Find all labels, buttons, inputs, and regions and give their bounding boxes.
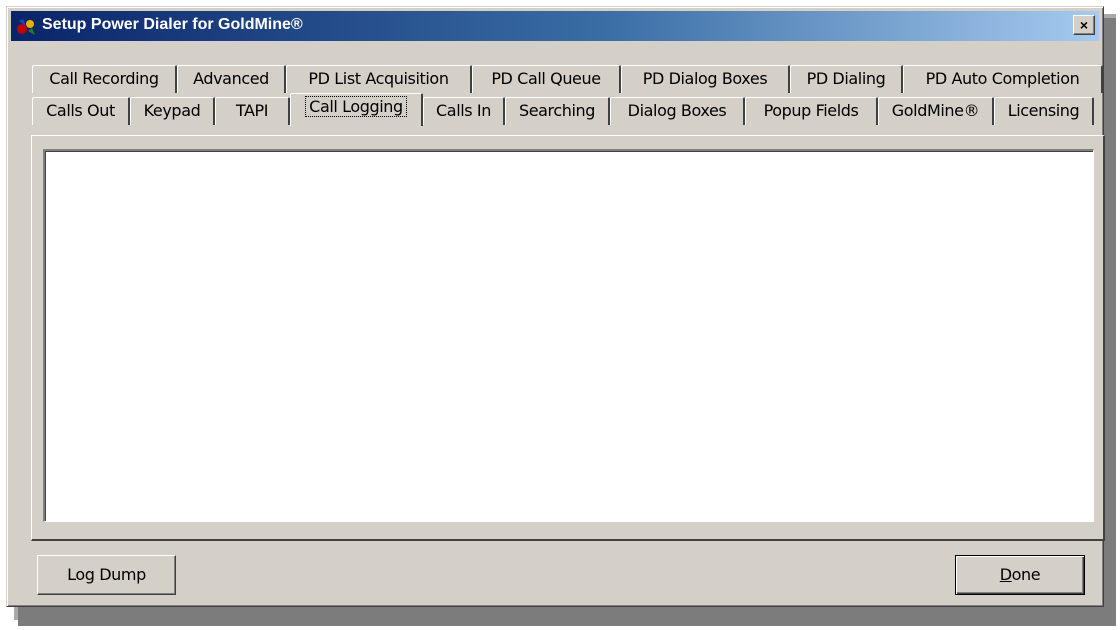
tab-calls-in[interactable]: Calls In bbox=[423, 97, 505, 125]
call-log-textarea[interactable] bbox=[43, 149, 1094, 522]
tab-searching[interactable]: Searching bbox=[505, 97, 610, 125]
power-dialer-app-icon bbox=[17, 19, 35, 35]
title-bar[interactable]: Setup Power Dialer for GoldMine® × bbox=[11, 11, 1099, 41]
tab-tapi[interactable]: TAPI bbox=[215, 97, 290, 125]
tab-pd-auto-completion[interactable]: PD Auto Completion bbox=[903, 65, 1103, 93]
done-label-rest: one bbox=[1011, 565, 1041, 584]
tab-goldmine[interactable]: GoldMine® bbox=[878, 97, 994, 125]
tab-call-recording[interactable]: Call Recording bbox=[32, 65, 177, 93]
window-title: Setup Power Dialer for GoldMine® bbox=[42, 16, 303, 33]
tab-licensing[interactable]: Licensing bbox=[994, 97, 1094, 125]
tab-pd-dialing[interactable]: PD Dialing bbox=[790, 65, 903, 93]
log-dump-button[interactable]: Log Dump bbox=[37, 555, 176, 595]
tab-pd-list-acquisition[interactable]: PD List Acquisition bbox=[286, 65, 472, 93]
close-button[interactable]: × bbox=[1073, 15, 1095, 35]
tab-keypad[interactable]: Keypad bbox=[130, 97, 215, 125]
tab-popup-fields[interactable]: Popup Fields bbox=[745, 97, 878, 125]
tab-dialog-boxes[interactable]: Dialog Boxes bbox=[610, 97, 745, 125]
done-button[interactable]: Done bbox=[955, 555, 1085, 595]
tab-pd-dialog-boxes[interactable]: PD Dialog Boxes bbox=[621, 65, 790, 93]
tab-pd-call-queue[interactable]: PD Call Queue bbox=[472, 65, 621, 93]
setup-dialog: Setup Power Dialer for GoldMine® × Call … bbox=[6, 6, 1105, 607]
tab-calls-out[interactable]: Calls Out bbox=[32, 97, 130, 125]
tab-call-logging[interactable]: Call Logging bbox=[290, 93, 423, 126]
done-mnemonic: D bbox=[999, 565, 1012, 584]
tab-advanced[interactable]: Advanced bbox=[177, 65, 286, 93]
